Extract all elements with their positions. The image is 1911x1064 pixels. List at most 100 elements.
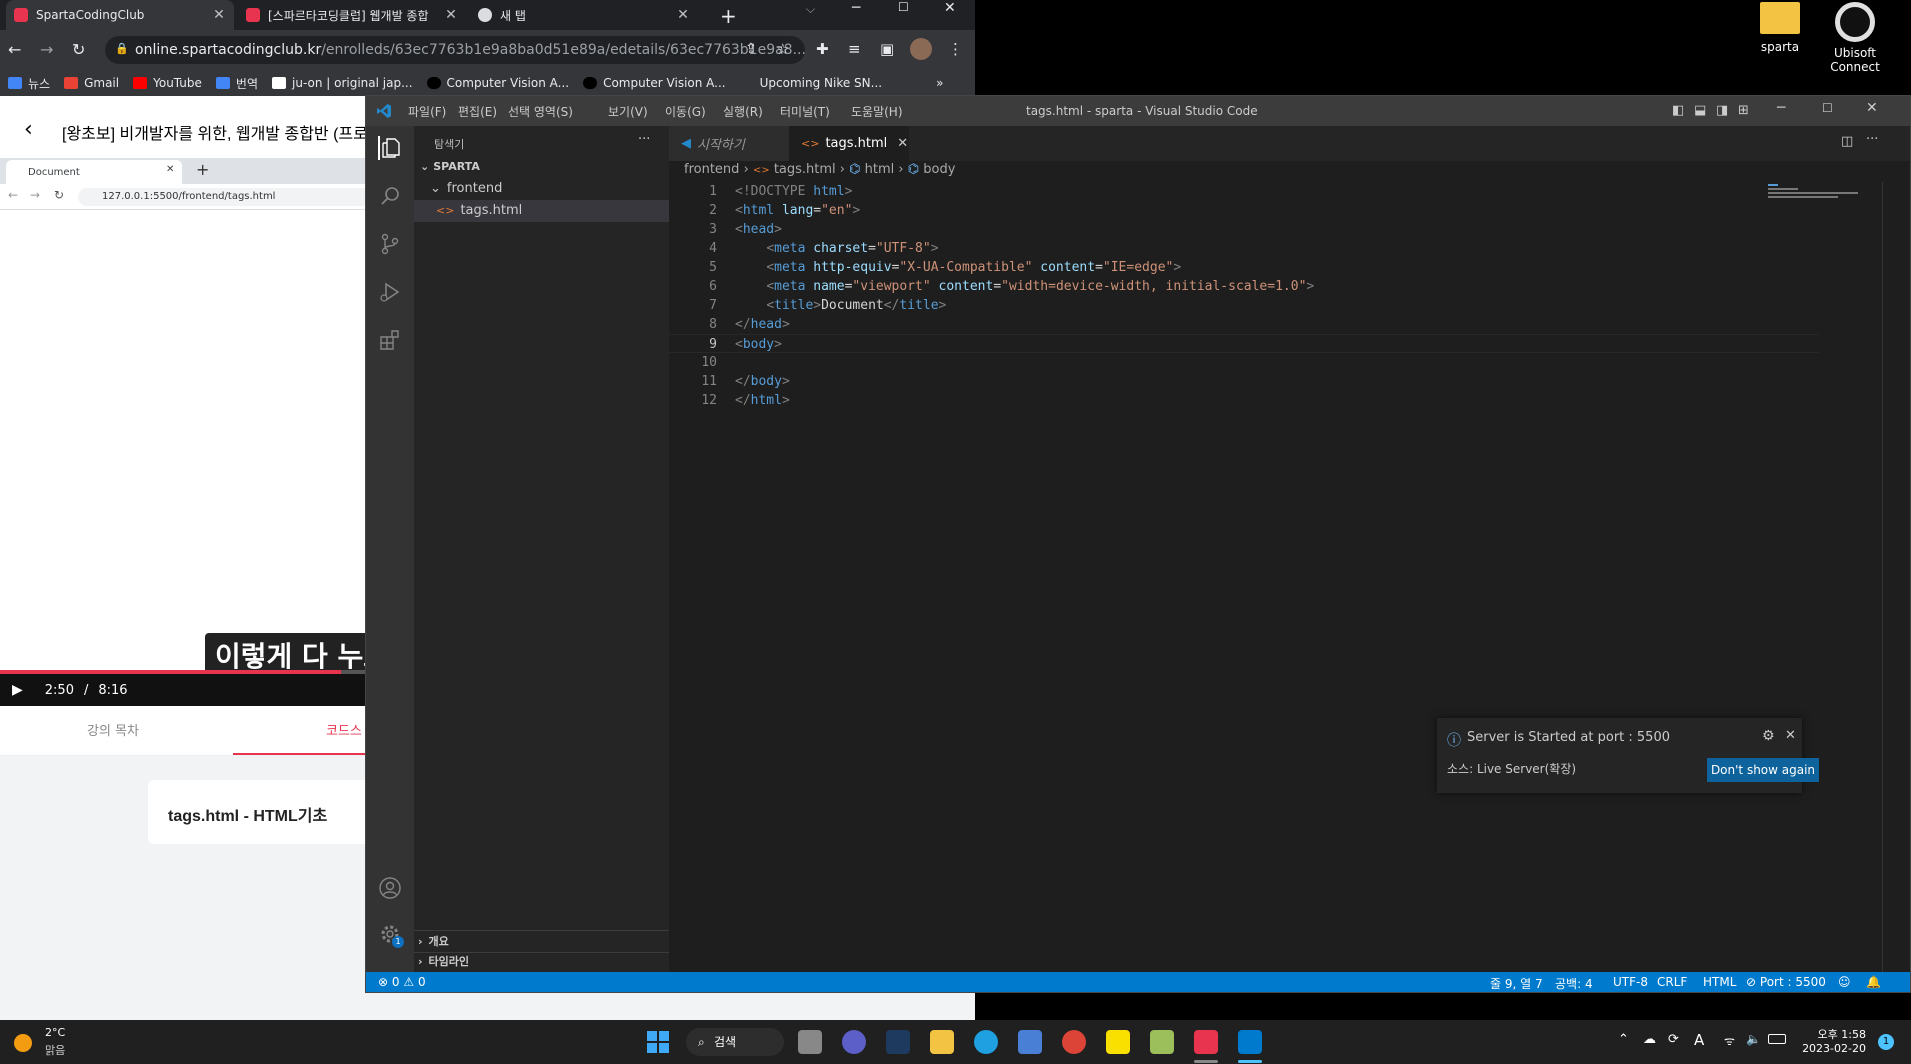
end-of-line[interactable]: CRLF <box>1657 975 1687 989</box>
bookmark-news[interactable]: 뉴스 <box>8 75 50 92</box>
browser-tab-sparta[interactable]: SpartaCodingClub ✕ <box>6 0 234 30</box>
run-debug-icon[interactable] <box>378 280 402 304</box>
side-panel-icon[interactable]: ▣ <box>880 40 894 58</box>
menu-item[interactable]: 보기(V) <box>608 103 648 120</box>
task-view-icon[interactable] <box>798 1030 822 1054</box>
split-editor-icon[interactable]: ◫ <box>1841 134 1853 149</box>
tree-file-tags-html[interactable]: <> tags.html <box>414 200 669 222</box>
search-icon[interactable] <box>378 184 402 208</box>
tree-root-sparta[interactable]: ⌄ SPARTA <box>414 156 669 178</box>
code-line[interactable]: 3 <head> <box>669 220 1819 239</box>
gear-icon[interactable]: ⚙ <box>1762 728 1775 744</box>
manage-gear-icon[interactable]: 1 <box>378 922 404 948</box>
bookmark-youtube[interactable]: YouTube <box>133 76 202 90</box>
volume-icon[interactable]: 🔈 <box>1746 1032 1761 1046</box>
more-actions-icon[interactable]: ··· <box>1866 132 1878 147</box>
windows-start-icon[interactable] <box>646 1030 670 1054</box>
desktop-icon-sparta[interactable]: sparta <box>1740 2 1820 54</box>
tree-folder-frontend[interactable]: ⌄ frontend <box>414 178 669 200</box>
play-icon[interactable]: ▶ <box>12 682 23 698</box>
tab-welcome[interactable]: ◀ 시작하기 <box>669 126 789 161</box>
menu-item[interactable]: 파일(F) <box>408 103 446 120</box>
maximize-icon[interactable]: ☐ <box>1822 101 1833 115</box>
close-tab-icon[interactable]: ✕ <box>166 164 174 175</box>
reload-icon[interactable]: ↻ <box>54 188 64 202</box>
battery-icon[interactable] <box>1768 1034 1786 1044</box>
security-shield-icon[interactable] <box>886 1030 910 1054</box>
code-line[interactable]: 10 <box>669 353 1819 372</box>
weather-temperature[interactable]: 2°C <box>45 1026 65 1039</box>
toggle-panel-icon[interactable]: ⬓ <box>1694 103 1706 118</box>
maximize-icon[interactable]: ☐ <box>898 0 909 14</box>
accounts-icon[interactable] <box>378 876 402 900</box>
tab-table-of-contents[interactable]: 강의 목차 <box>87 720 139 739</box>
reload-icon[interactable]: ↻ <box>72 40 85 59</box>
forward-icon[interactable]: → <box>30 188 40 202</box>
menu-item[interactable]: 실행(R) <box>723 103 763 120</box>
code-line[interactable]: 1 <!DOCTYPE html> <box>669 182 1819 201</box>
back-icon[interactable]: ← <box>8 188 18 202</box>
breadcrumb-item[interactable]: frontend <box>684 162 739 177</box>
close-icon[interactable]: ✕ <box>1785 728 1796 743</box>
ime-indicator[interactable]: A <box>1694 1031 1704 1049</box>
cursor-position[interactable]: 줄 9, 열 7 <box>1490 975 1543 992</box>
weather-description[interactable]: 맑음 <box>45 1042 65 1058</box>
edge-icon[interactable] <box>974 1030 998 1054</box>
code-line[interactable]: 7 <title>Document</title> <box>669 296 1819 315</box>
media-icon[interactable]: ≡ <box>848 40 861 58</box>
code-line[interactable]: 6 <meta name="viewport" content="width=d… <box>669 277 1819 296</box>
browser-tab-sparta-course[interactable]: [스파르타코딩클럽] 웹개발 종합 ✕ <box>238 0 466 30</box>
breadcrumb-item[interactable]: html <box>865 162 895 177</box>
file-explorer-icon[interactable] <box>930 1030 954 1054</box>
chevron-up-icon[interactable]: ⌃ <box>1618 1032 1629 1047</box>
bookmark-star-icon[interactable]: ☆ <box>776 40 789 58</box>
live-server-port[interactable]: ⊘ Port : 5500 <box>1746 975 1826 989</box>
more-bookmarks-icon[interactable]: » <box>936 76 943 90</box>
menu-item[interactable]: 선택 영역(S) <box>508 103 573 120</box>
back-arrow-icon[interactable]: ‹ <box>24 117 33 142</box>
language-mode[interactable]: HTML <box>1703 975 1736 989</box>
menu-item[interactable]: 편집(E) <box>458 103 497 120</box>
bookmark-juon[interactable]: ju-on | original jap... <box>272 76 413 90</box>
menu-item[interactable]: 도움말(H) <box>851 103 903 120</box>
bookmark-nike[interactable]: Upcoming Nike SN... <box>739 76 882 90</box>
notification-count-badge[interactable]: 1 <box>1878 1034 1894 1050</box>
share-icon[interactable]: ⇪ <box>745 41 757 57</box>
photos-icon[interactable] <box>1150 1030 1174 1054</box>
bookmark-translate[interactable]: 번역 <box>215 75 258 92</box>
taskbar-search[interactable]: ⌕ 검색 <box>686 1028 784 1056</box>
dont-show-again-button[interactable]: Don't show again <box>1707 758 1819 782</box>
tab-search-icon[interactable]: ⌵ <box>806 2 815 17</box>
close-tab-icon[interactable]: ✕ <box>444 7 458 23</box>
code-line[interactable]: 2 <html lang="en"> <box>669 201 1819 220</box>
timeline-section[interactable]: › 타임라인 <box>414 952 669 974</box>
sync-icon[interactable]: ⟳ <box>1668 1032 1679 1047</box>
onedrive-cloud-icon[interactable]: ☁ <box>1643 1032 1656 1047</box>
bookmark-gmail[interactable]: Gmail <box>64 76 119 90</box>
clock-date[interactable]: 2023-02-20 <box>1802 1042 1866 1055</box>
code-line[interactable]: 5 <meta http-equiv = "X-UA-Compatible" con… <box>669 258 1819 277</box>
minimize-icon[interactable]: ─ <box>1777 100 1785 116</box>
embedded-tab-document[interactable]: Document ✕ <box>6 160 182 184</box>
profile-avatar[interactable] <box>910 38 932 60</box>
minimap[interactable] <box>1768 182 1878 202</box>
explorer-icon[interactable] <box>378 136 402 160</box>
menu-item[interactable]: 이동(G) <box>665 103 706 120</box>
microsoft-store-icon[interactable] <box>1018 1030 1042 1054</box>
code-line[interactable]: 8 </head> <box>669 315 1819 334</box>
outline-section[interactable]: › 개요 <box>414 932 669 954</box>
close-tab-icon[interactable]: ✕ <box>212 7 226 23</box>
close-window-icon[interactable]: ✕ <box>1866 100 1878 116</box>
notifications-bell-icon[interactable]: 🔔 <box>1866 975 1881 989</box>
breadcrumb-item[interactable]: tags.html <box>774 162 836 177</box>
chrome-menu-icon[interactable]: ⋮ <box>948 40 963 58</box>
forward-icon[interactable]: → <box>40 40 53 59</box>
code-line[interactable]: 9 <body> <box>669 334 1819 353</box>
code-line[interactable]: 11 </body> <box>669 372 1819 391</box>
editor-scrollbar[interactable] <box>1882 182 1896 972</box>
close-window-icon[interactable]: ✕ <box>944 0 956 16</box>
tab-tags-html[interactable]: <> tags.html ✕ <box>789 126 909 161</box>
problems-status[interactable]: ⊗ 0 ⚠ 0 <box>378 975 426 989</box>
tab-code-snippets[interactable]: 코드스 <box>326 720 362 739</box>
menu-item[interactable]: 터미널(T) <box>780 103 830 120</box>
